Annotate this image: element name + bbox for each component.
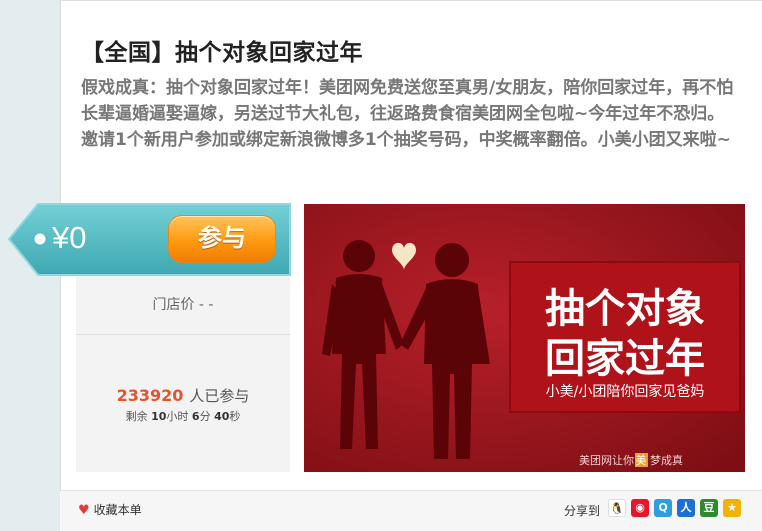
remain-minutes: 6 [191, 410, 200, 423]
banner-slogan-highlight: 美 [636, 454, 647, 467]
store-price: 门店价 - - [152, 297, 214, 313]
banner-headline-1: 抽个对象 [545, 286, 705, 332]
share-label: 分享到 [564, 504, 601, 518]
participants-label: 人已参与 [189, 387, 250, 405]
banner-headline-2: 回家过年 [545, 336, 705, 382]
kaixin-icon[interactable]: ★ [723, 499, 741, 517]
participants-line: 233920 人已参与 [76, 385, 290, 406]
renren-icon[interactable]: 人 [677, 499, 695, 517]
join-button[interactable]: 参与 [168, 215, 276, 263]
favorite-link[interactable]: ♥ 收藏本单 [78, 501, 142, 518]
favorite-label: 收藏本单 [93, 503, 142, 517]
qq-icon[interactable]: 🐧 [608, 499, 626, 517]
banner-slogan-prefix: 美团网让你 [579, 454, 634, 467]
deal-footer: ♥ 收藏本单 分享到 🐧 ◉ Q 人 豆 ★ [60, 490, 762, 531]
heart-icon: ♥ [78, 503, 90, 518]
banner-subline: 小美/小团陪你回家见爸妈 [546, 383, 705, 400]
banner-slogan-suffix: 梦成真 [650, 453, 683, 467]
qzone-icon[interactable]: Q [654, 499, 672, 517]
couple-illustration: 抽个对象 回家过年 小美/小团陪你回家见爸妈 美团网让你 美 梦成真 [304, 204, 745, 472]
deal-description: 假戏成真：抽个对象回家过年！美团网免费送您至真男/女朋友，陪你回家过年，再不怕长… [81, 78, 734, 150]
remain-prefix: 剩余 [125, 410, 148, 423]
remain-minutes-unit: 分 [199, 410, 211, 423]
tag-hole-icon [34, 233, 46, 245]
price: ¥0 [52, 220, 87, 255]
divider [76, 334, 290, 335]
share-icons: 🐧 ◉ Q 人 豆 ★ [608, 499, 741, 517]
remaining-time: 剩余 10小时 6分 40秒 [76, 408, 290, 424]
deal-image[interactable]: 抽个对象 回家过年 小美/小团陪你回家见爸妈 美团网让你 美 梦成真 [304, 204, 745, 472]
deal-title[interactable]: 【全国】抽个对象回家过年 [81, 33, 363, 67]
remain-hours-unit: 小时 [166, 410, 189, 423]
remain-hours: 10 [151, 410, 167, 423]
weibo-icon[interactable]: ◉ [631, 499, 649, 517]
participants-count: 233920 [116, 386, 184, 405]
remain-seconds-unit: 秒 [229, 410, 241, 423]
remain-seconds: 40 [214, 410, 230, 423]
douban-icon[interactable]: 豆 [700, 499, 718, 517]
